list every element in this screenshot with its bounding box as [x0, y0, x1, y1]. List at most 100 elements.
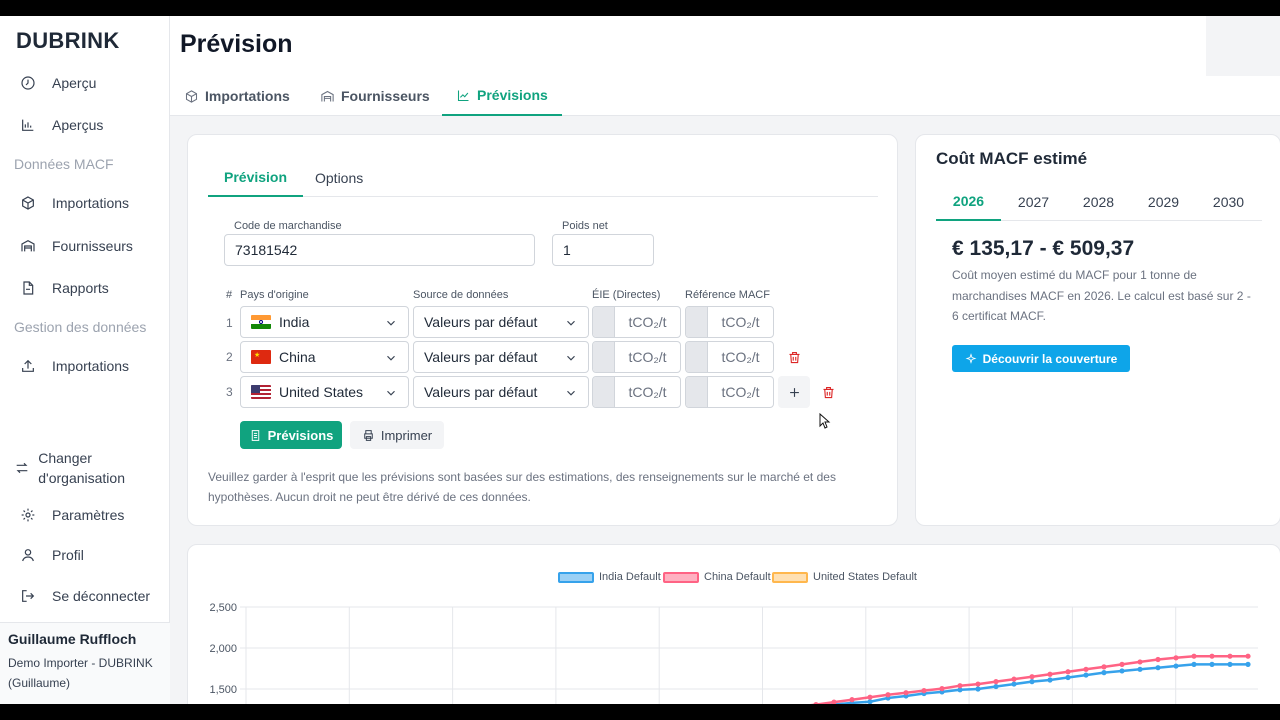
series-line: [810, 654, 1248, 704]
data-point: [1245, 653, 1251, 659]
sidebar-item-label: Importations: [52, 195, 130, 211]
data-point: [1245, 661, 1251, 667]
brand-logo: DUBRINK: [16, 28, 120, 53]
gear-icon: [16, 503, 40, 527]
tab-year-2028[interactable]: 2028: [1066, 183, 1131, 221]
trend-icon: [457, 90, 469, 101]
tab-label: Importations: [205, 88, 290, 104]
delete-row-button[interactable]: [778, 341, 810, 373]
user-organization: Demo Importer - DUBRINK (Guillaume): [8, 656, 153, 690]
document-icon: [251, 429, 259, 441]
sidebar-section-data: Gestion des données: [14, 319, 147, 335]
forecast-subtabs: Prévision Options: [208, 159, 878, 197]
sidebar-item-imports[interactable]: Importations: [12, 186, 162, 220]
sidebar-item-suppliers[interactable]: Fournisseurs: [12, 229, 162, 263]
print-button[interactable]: Imprimer: [350, 421, 444, 449]
data-source-select[interactable]: Valeurs par défaut: [413, 376, 589, 408]
tab-suppliers[interactable]: Fournisseurs: [320, 76, 430, 116]
add-row-button[interactable]: [778, 376, 810, 408]
tab-label: Fournisseurs: [341, 88, 430, 104]
macf-reference-input[interactable]: tCO₂/t: [685, 306, 774, 338]
tab-imports[interactable]: Importations: [184, 76, 290, 116]
net-weight-input[interactable]: 1: [552, 234, 654, 266]
data-point: [975, 686, 981, 692]
country-select[interactable]: India: [240, 306, 409, 338]
commodity-code-input[interactable]: 73181542: [224, 234, 535, 266]
unit-label: tCO₂/t: [628, 314, 667, 330]
printer-icon: [364, 429, 373, 441]
col-num: #: [226, 289, 233, 301]
sidebar-item-data-imports[interactable]: Importations: [12, 349, 162, 383]
header-spacer: [1206, 16, 1280, 76]
data-source-select[interactable]: Valeurs par défaut: [413, 341, 589, 373]
delete-row-button[interactable]: [812, 376, 844, 408]
user-profile-card[interactable]: Guillaume Ruffloch Demo Importer - DUBRI…: [0, 622, 170, 704]
discover-button-label: Découvrir la couverture: [982, 351, 1118, 366]
sidebar-item-reports[interactable]: Rapports: [12, 271, 162, 305]
macf-reference-input[interactable]: tCO₂/t: [685, 341, 774, 373]
sidebar-item-insights[interactable]: Aperçus: [12, 108, 162, 142]
tab-year-2026[interactable]: 2026: [936, 183, 1001, 221]
see-direct-input[interactable]: tCO₂/t: [592, 341, 681, 373]
data-point: [813, 701, 819, 704]
tab-year-2030[interactable]: 2030: [1196, 183, 1261, 221]
sidebar-item-settings[interactable]: Paramètres: [12, 498, 162, 532]
cost-card: Coût MACF estimé 2026 2027 2028 2029 203…: [915, 134, 1280, 526]
sidebar-item-label: Paramètres: [52, 507, 125, 523]
chart-card: India Default China Default United State…: [187, 544, 1280, 704]
tab-year-2027[interactable]: 2027: [1001, 183, 1066, 221]
subtab-forecast[interactable]: Prévision: [208, 159, 304, 197]
discover-coverage-button[interactable]: Découvrir la couverture: [952, 345, 1130, 372]
data-point: [939, 685, 945, 692]
data-point: [1173, 655, 1179, 661]
data-point: [831, 699, 837, 704]
clock-icon: [16, 71, 40, 95]
country-value: China: [279, 349, 316, 365]
data-point: [1209, 661, 1215, 667]
data-point: [1101, 664, 1107, 670]
data-point: [1191, 653, 1197, 659]
data-point: [957, 683, 963, 689]
bar-chart-icon: [16, 113, 40, 137]
forecast-card: Prévision Options Code de marchandise 73…: [187, 134, 898, 526]
row-number: 2: [226, 350, 233, 364]
sidebar-item-label: Aperçus: [52, 117, 104, 133]
subtab-options[interactable]: Options: [299, 159, 379, 197]
sidebar-item-overview[interactable]: Aperçu: [12, 66, 162, 100]
page-title: Prévision: [180, 30, 293, 58]
tab-forecasts[interactable]: Prévisions: [442, 76, 562, 116]
forecast-button[interactable]: Prévisions: [240, 421, 342, 449]
sidebar-item-logout[interactable]: Se déconnecter: [12, 579, 162, 613]
sidebar-item-switch-org[interactable]: Changer d'organisation: [10, 446, 160, 490]
china-flag-icon: ★: [251, 350, 271, 364]
data-point: [1029, 679, 1035, 685]
box-icon: [16, 191, 40, 215]
sidebar-item-label: Fournisseurs: [52, 238, 133, 254]
see-direct-input[interactable]: tCO₂/t: [592, 306, 681, 338]
data-point: [1011, 676, 1017, 682]
data-point: [993, 679, 999, 685]
data-point: [1065, 669, 1071, 675]
data-point: [1065, 674, 1071, 681]
chevron-down-icon: [384, 386, 398, 400]
data-point: [1047, 671, 1053, 677]
cost-range: € 135,17 - € 509,37: [952, 237, 1135, 260]
see-direct-input[interactable]: tCO₂/t: [592, 376, 681, 408]
tab-year-2029[interactable]: 2029: [1131, 183, 1196, 221]
macf-reference-input[interactable]: tCO₂/t: [685, 376, 774, 408]
tab-label: Prévisions: [477, 87, 548, 103]
country-select[interactable]: ★ China: [240, 341, 409, 373]
data-source-select[interactable]: Valeurs par défaut: [413, 306, 589, 338]
data-point: [1173, 663, 1179, 669]
plus-icon: [789, 387, 799, 397]
y-tick-label: 2,000: [209, 643, 237, 655]
swap-icon: [12, 456, 32, 480]
data-point: [1155, 656, 1161, 663]
sidebar-item-label: Se déconnecter: [52, 588, 151, 604]
sidebar-item-label: Changer d'organisation: [38, 450, 125, 486]
data-point: [1083, 666, 1089, 672]
unit-label: tCO₂/t: [721, 384, 760, 400]
sidebar-section-macf: Données MACF: [14, 156, 114, 172]
country-select[interactable]: United States: [240, 376, 409, 408]
sidebar-item-profile[interactable]: Profil: [12, 538, 162, 572]
